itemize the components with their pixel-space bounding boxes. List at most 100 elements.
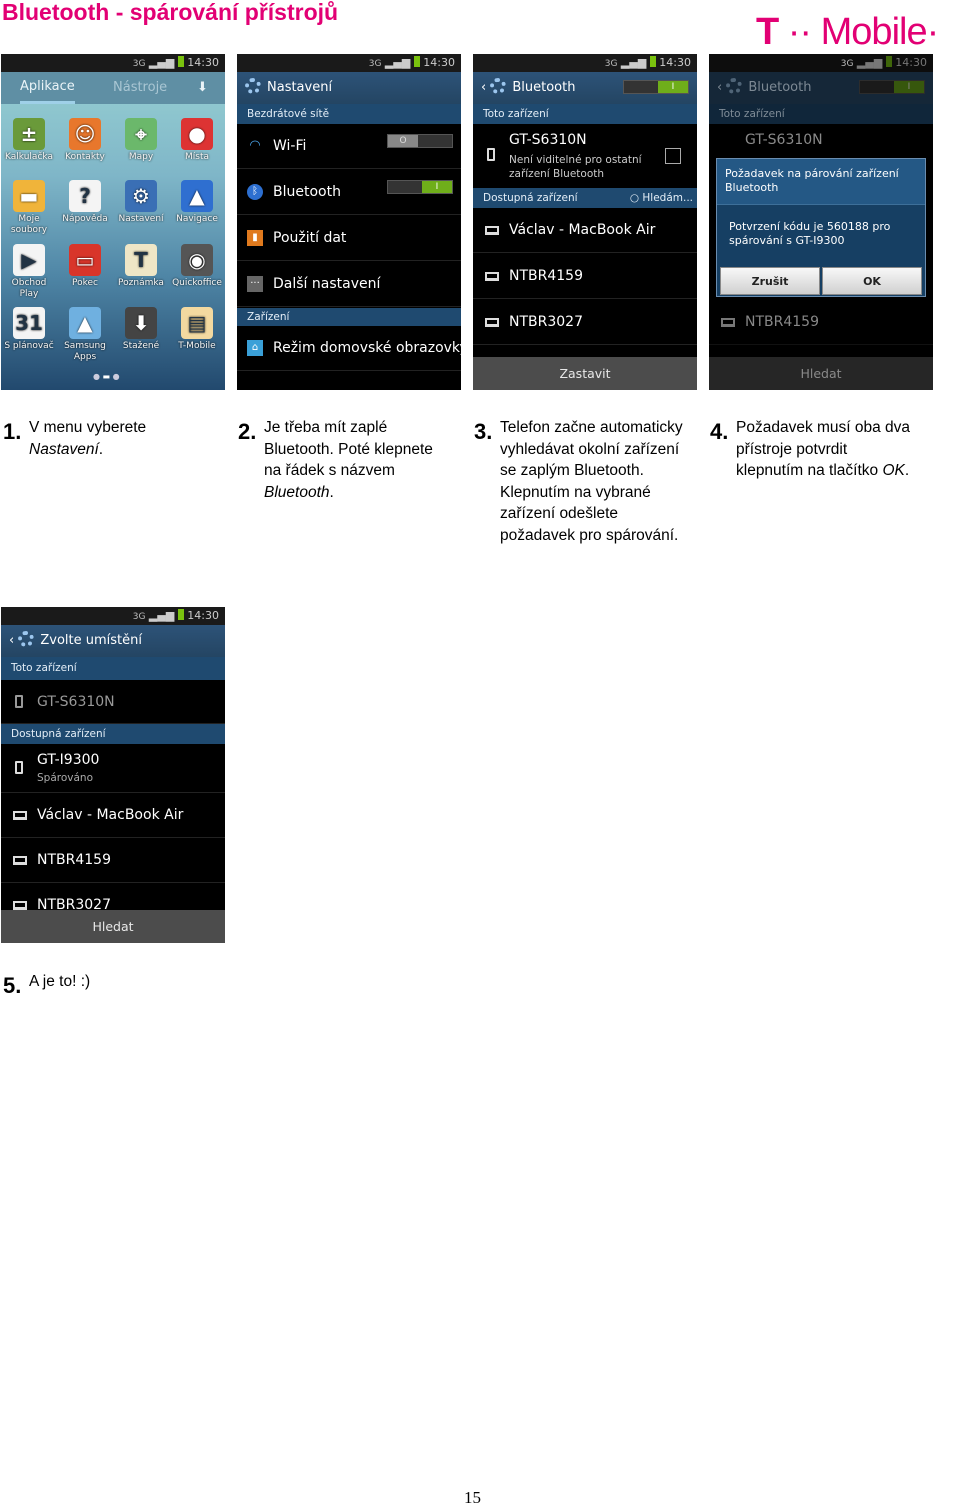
device-row[interactable]: Václav - MacBook Air [473,208,697,253]
chat-icon: ▭ [69,244,101,276]
quickoffice-icon: ◉ [181,244,213,276]
calendar-icon: 31 [13,307,45,339]
row-data-usage[interactable]: ▮ Použití dat [237,216,461,261]
search-button: Hledat [709,357,933,390]
calculator-icon: ± [13,118,45,150]
app-label: Nastavení [118,214,164,224]
laptop-icon [13,901,27,910]
app-label: Samsung Apps [64,341,106,362]
screenshot-app-menu: 3G ▂▄▆ 14:30 Aplikace Nástroje ⬇ ± Kalkula… [1,54,225,390]
app-label: Stažené [122,341,160,351]
app-play-store[interactable]: ▶ Obchod Play [1,244,57,300]
app-label: Quickoffice [172,278,222,288]
laptop-icon [485,318,499,327]
app-label: T-Mobile [178,341,216,351]
app-help[interactable]: ? Nápověda [57,180,113,225]
tab-apps[interactable]: Aplikace [20,72,75,104]
tab-tools[interactable]: Nástroje [113,72,167,104]
page-title: Bluetooth - spárování přístrojů [2,0,339,25]
app-contacts[interactable]: ☺ Kontakty [57,118,113,163]
search-button[interactable]: Hledat [1,910,225,943]
status-bar: 3G ▂▄▆ 14:30 [473,54,697,72]
gear-icon [490,78,507,94]
back-icon[interactable]: ‹ [481,80,490,95]
app-places[interactable]: ● Místa [169,118,225,163]
app-label: Kalkulačka [5,152,53,162]
phone-icon [15,761,23,774]
bluetooth-toggle[interactable]: I [387,180,453,194]
app-label: Poznámka [118,278,164,288]
row-more-settings[interactable]: ··· Další nastavení [237,262,461,307]
status-bar: 3G ▂▄▆ 14:30 [1,607,225,625]
laptop-icon [13,811,27,820]
back-icon: ‹ [717,80,727,95]
play-store-icon: ▶ [13,244,45,276]
app-memo[interactable]: T Poznámka [113,244,169,289]
caption-2: 2. Je třeba mít zaplé Bluetooth. Poté kle… [238,419,433,501]
device-row[interactable]: NTBR4159 [1,838,225,883]
app-calculator[interactable]: ± Kalkulačka [1,118,57,163]
paired-device-row[interactable]: GT-I9300 Spárováno [1,744,225,793]
app-grid: ± Kalkulačka ☺ Kontakty ⌖ Mapy ● Místa ▬ Moje sou… [1,104,225,390]
caption-4: 4. Požadavek musí oba dva přístroje potvr… [710,419,911,480]
row-home-screen-mode[interactable]: ⌂ Režim domovské obrazovky [237,326,461,371]
laptop-icon [485,272,499,281]
app-maps[interactable]: ⌖ Mapy [113,118,169,163]
row-bluetooth[interactable]: ᛒ Bluetooth I [237,170,461,215]
memo-icon: T [125,244,157,276]
caption-1: 1. V menu vyberete Nastavení. [3,419,147,458]
choose-location-header: ‹ Zvolte umístění [1,625,225,657]
maps-icon: ⌖ [125,118,157,150]
bluetooth-icon: ᛒ [247,184,263,200]
stop-button[interactable]: Zastavit [473,357,697,390]
page-number: 15 [464,1488,481,1507]
searching-indicator: ○ Hledám... [629,192,693,204]
app-label: Moje soubory [10,214,48,235]
folder-icon: ▬ [13,180,45,212]
bluetooth-toggle[interactable]: I [623,80,689,94]
this-device-row[interactable]: GT-S6310N Není viditelné pro ostatní zař… [473,124,697,186]
app-quickoffice[interactable]: ◉ Quickoffice [169,244,225,289]
app-label: Nápověda [62,214,108,224]
cancel-button[interactable]: Zrušit [720,267,820,295]
bluetooth-toggle: I [859,80,925,94]
app-samsung-apps[interactable]: ▲ Samsung Apps [57,307,113,363]
app-label: S plánovač [4,341,54,351]
row-wifi[interactable]: ◠ Wi-Fi O [237,124,461,169]
download-icon[interactable]: ⬇ [197,72,208,104]
app-label: Kontakty [65,152,105,162]
download-icon: ⬇ [125,307,157,339]
back-icon[interactable]: ‹ [9,633,18,648]
app-settings[interactable]: ⚙ Nastavení [113,180,169,225]
app-label: Navigace [176,214,218,224]
app-tmobile-sim[interactable]: ▤ T-Mobile [169,307,225,352]
screenshot-pairing-request: 3G ▂▄▆ 14:30 ‹ Bluetooth I Toto zařízení G… [709,54,933,390]
device-row[interactable]: Václav - MacBook Air [1,793,225,838]
settings-icon: ⚙ [125,180,157,212]
app-download[interactable]: ⬇ Stažené [113,307,169,352]
device-row[interactable]: NTBR4159 [473,254,697,299]
app-chat[interactable]: ▭ Pokec [57,244,113,289]
app-label: Místa [185,152,209,162]
ok-button[interactable]: OK [822,267,922,295]
phone-icon [487,148,495,161]
data-usage-icon: ▮ [247,230,263,246]
laptop-icon [721,318,735,327]
spinner-icon: ○ [629,192,643,204]
help-icon: ? [69,180,101,212]
pairing-dialog: Požadavek na párování zařízení Bluetooth… [716,158,926,297]
contacts-icon: ☺ [69,118,101,150]
device-row: NTBR4159 [709,300,933,345]
caption-5: 5. A je to! :) [3,973,91,998]
device-row[interactable]: NTBR3027 [473,300,697,345]
phone-icon [15,695,23,708]
app-navigation[interactable]: ▲ Navigace [169,180,225,225]
app-calendar[interactable]: 31 S plánovač [1,307,57,352]
section-this-device: Toto zařízení [473,104,697,124]
app-folder[interactable]: ▬ Moje soubory [1,180,57,236]
wifi-toggle[interactable]: O [387,134,453,148]
screenshot-settings: 3G ▂▄▆ 14:30 Nastavení Bezdrátové sítě ◠ W… [237,54,461,390]
gear-icon [726,78,743,94]
visibility-checkbox[interactable] [665,148,681,164]
this-device-row: GT-S6310N [1,680,225,724]
